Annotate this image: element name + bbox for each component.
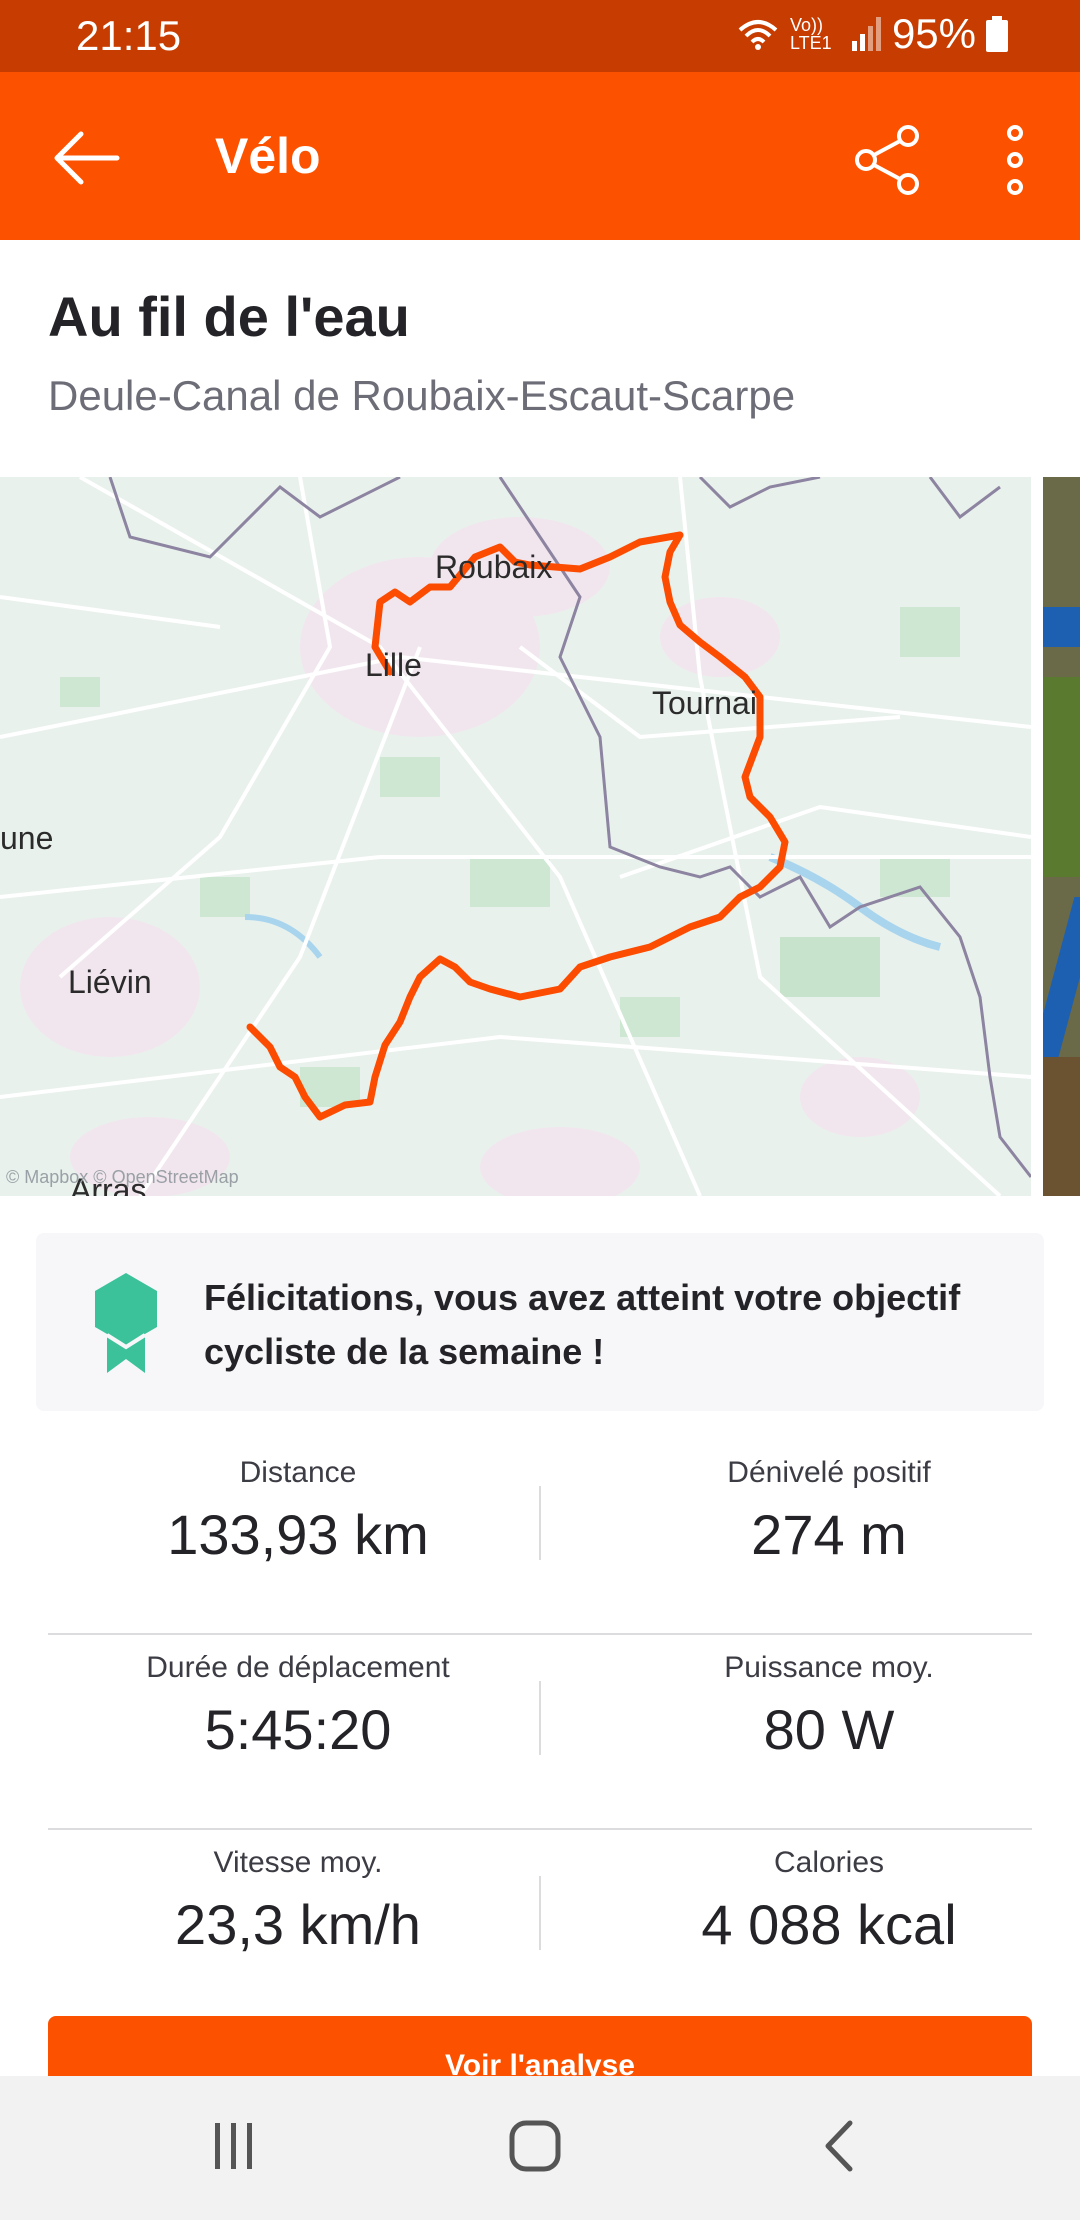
more-vertical-icon	[1007, 125, 1023, 195]
share-icon	[855, 125, 919, 195]
stat-value: 23,3 km/h	[175, 1893, 421, 1956]
divider	[539, 1876, 541, 1950]
status-indicators: Vo)) LTE1 95%	[736, 10, 1008, 58]
arrow-left-icon	[54, 131, 120, 185]
stat-label: Calories	[773, 1846, 885, 1879]
stat-value: 4 088 kcal	[701, 1893, 957, 1956]
network-label: Vo)) LTE1	[789, 15, 832, 53]
stat-elevation: Dénivelé positif 274 m	[634, 1456, 1024, 1567]
status-time: 21:15	[76, 12, 182, 59]
home-icon	[509, 2120, 561, 2172]
app-title: Vélo	[215, 128, 321, 184]
status-bar: 21:15 Vo)) LTE1 95%	[0, 0, 1080, 72]
stats-row: Durée de déplacement 5:45:20 Puissance m…	[48, 1633, 1032, 1828]
achievement-banner: Félicitations, vous avez atteint votre o…	[36, 1233, 1044, 1411]
route-map[interactable]: Roubaix Lille Tournai une Liévin Arras ©…	[0, 477, 1031, 1196]
stats-row: Vitesse moy. 23,3 km/h Calories 4 088 kc…	[48, 1828, 1032, 2023]
stat-value: 80 W	[763, 1698, 895, 1761]
recent-apps-button[interactable]	[174, 2096, 294, 2196]
stat-label: Durée de déplacement	[146, 1651, 450, 1684]
activity-subtitle: Deule-Canal de Roubaix-Escaut-Scarpe	[48, 372, 796, 419]
photo-thumbnail[interactable]	[1043, 477, 1080, 1196]
stat-label: Vitesse moy.	[213, 1846, 383, 1879]
back-nav-button[interactable]	[778, 2096, 898, 2196]
divider	[539, 1486, 541, 1560]
chevron-left-icon	[825, 2120, 853, 2172]
stat-value: 133,93 km	[167, 1503, 429, 1566]
divider	[539, 1681, 541, 1755]
map-label-lille: Lille	[365, 647, 422, 683]
stat-label: Distance	[239, 1456, 357, 1489]
stat-value: 5:45:20	[204, 1698, 392, 1761]
share-button[interactable]	[840, 112, 936, 208]
stat-moving-time: Durée de déplacement 5:45:20	[58, 1651, 538, 1762]
wifi-icon	[738, 20, 778, 50]
app-bar: Vélo	[0, 72, 1080, 240]
stat-avg-power: Puissance moy. 80 W	[634, 1651, 1024, 1762]
back-button[interactable]	[40, 112, 132, 204]
stat-distance: Distance 133,93 km	[58, 1456, 538, 1567]
map-attribution: © Mapbox © OpenStreetMap	[6, 1167, 239, 1187]
map-label-tournai: Tournai	[652, 685, 757, 721]
stat-label: Dénivelé positif	[727, 1456, 931, 1489]
battery-percent: 95%	[891, 10, 976, 57]
battery-icon	[986, 16, 1008, 52]
more-options-button[interactable]	[985, 112, 1045, 208]
system-nav-bar	[0, 2076, 1080, 2220]
signal-icon	[851, 17, 881, 51]
medal-icon	[95, 1273, 157, 1373]
map-label-lievin: Liévin	[68, 964, 152, 1000]
stats-grid: Distance 133,93 km Dénivelé positif 274 …	[48, 1440, 1032, 2023]
activity-title: Au fil de l'eau	[48, 285, 410, 348]
map-label-bethune: une	[0, 820, 54, 856]
home-button[interactable]	[475, 2096, 595, 2196]
stats-row: Distance 133,93 km Dénivelé positif 274 …	[48, 1440, 1032, 1633]
stat-value: 274 m	[751, 1503, 907, 1566]
stat-calories: Calories 4 088 kcal	[634, 1846, 1024, 1957]
stat-avg-speed: Vitesse moy. 23,3 km/h	[58, 1846, 538, 1957]
achievement-text: Félicitations, vous avez atteint votre o…	[204, 1277, 961, 1372]
stat-label: Puissance moy.	[724, 1651, 934, 1684]
recent-apps-icon	[215, 2123, 252, 2169]
map-label-roubaix: Roubaix	[435, 549, 553, 585]
